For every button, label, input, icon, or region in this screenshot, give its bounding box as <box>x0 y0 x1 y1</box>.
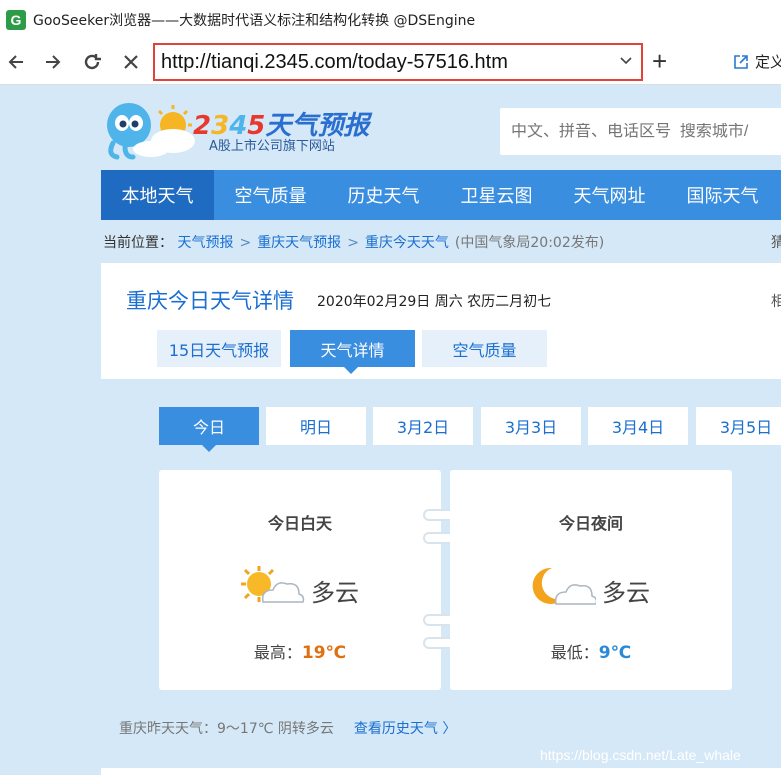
moon-cloud-icon <box>532 567 596 605</box>
breadcrumb-prefix: 当前位置： <box>103 235 173 251</box>
publish-note: (中国气象局20:02发布) <box>454 235 605 251</box>
breadcrumb-link-today[interactable]: 重庆今天天气 <box>365 235 449 251</box>
reload-icon <box>84 54 101 70</box>
new-tab-button[interactable]: + <box>652 48 667 74</box>
logo-subtitle: A股上市公司旗下网站 <box>209 139 335 154</box>
breadcrumb-right-text: 猜 <box>771 235 781 251</box>
low-temp-value: 9℃ <box>598 643 632 663</box>
reload-button[interactable] <box>80 50 104 74</box>
define-button-label: 定义 <box>755 53 781 71</box>
arrow-right-icon <box>46 55 61 69</box>
close-icon <box>124 55 138 69</box>
site-logo[interactable]: 2345天气预报 A股上市公司旗下网站 <box>101 97 391 163</box>
tab-weather-details[interactable]: 天气详情 <box>290 330 415 374</box>
breadcrumb-link-forecast[interactable]: 天气预报 <box>177 235 233 251</box>
next-section-card <box>101 768 781 775</box>
watermark-text: https://blog.csdn.net/Late_whale <box>540 747 741 763</box>
day-tab-mar4[interactable]: 3月4日 <box>588 407 688 445</box>
daytime-high-temp: 最高：19℃ <box>159 639 441 663</box>
url-bar[interactable] <box>153 43 643 81</box>
city-search[interactable] <box>500 108 781 155</box>
app-logo-icon: G <box>6 10 26 30</box>
nav-item-air-quality[interactable]: 空气质量 <box>214 170 327 220</box>
window-title: GooSeeker浏览器——大数据时代语义标注和结构化转换 @DSEngine <box>33 13 476 29</box>
mascot-logo-icon <box>107 103 195 160</box>
main-nav: 本地天气 空气质量 历史天气 卫星云图 天气网址 国际天气 <box>101 170 781 220</box>
nighttime-heading: 今日夜间 <box>558 514 623 533</box>
breadcrumb-link-chongqing[interactable]: 重庆天气预报 <box>257 235 341 251</box>
nav-item-satellite[interactable]: 卫星云图 <box>440 170 553 220</box>
day-tab-today[interactable]: 今日 <box>159 407 259 452</box>
daytime-weather-card: 今日白天 多云 最高：19℃ <box>159 470 441 690</box>
nav-item-weather-sites[interactable]: 天气网址 <box>553 170 666 220</box>
daytime-condition: 多云 <box>311 579 359 607</box>
day-tab-mar2[interactable]: 3月2日 <box>373 407 473 445</box>
browser-toolbar: + 定义 <box>0 40 781 85</box>
detail-date: 2020年02月29日 周六 农历二月初七 <box>317 294 552 310</box>
day-tab-tomorrow[interactable]: 明日 <box>266 407 366 445</box>
yesterday-weather-line: 重庆昨天天气：9～17℃ 阴转多云 查看历史天气 〉 <box>119 718 456 738</box>
chevron-down-icon[interactable] <box>619 53 633 67</box>
arrow-left-icon <box>8 55 23 69</box>
nighttime-weather-card: 今日夜间 多云 最低：9℃ <box>450 470 732 690</box>
high-temp-label: 最高： <box>253 643 302 662</box>
define-button[interactable]: 定义 <box>733 51 781 72</box>
page-title: 重庆今日天气详情 <box>126 289 294 313</box>
chevron-right-icon: > <box>347 235 359 251</box>
detail-right-text: 相 <box>771 294 781 310</box>
sun-cloud-icon <box>241 566 305 603</box>
nighttime-condition: 多云 <box>602 579 650 607</box>
yesterday-weather-text: 重庆昨天天气：9～17℃ 阴转多云 <box>119 721 334 737</box>
window-titlebar: G GooSeeker浏览器——大数据时代语义标注和结构化转换 @DSEngin… <box>0 0 781 40</box>
detail-card: 重庆今日天气详情 2020年02月29日 周六 农历二月初七 相 15日天气预报… <box>101 263 781 379</box>
city-search-input[interactable] <box>511 122 781 141</box>
external-link-icon <box>734 54 748 69</box>
day-tab-mar3[interactable]: 3月3日 <box>481 407 581 445</box>
history-weather-link[interactable]: 查看历史天气 〉 <box>354 721 456 737</box>
low-temp-label: 最低： <box>550 643 599 662</box>
tab-15day-forecast[interactable]: 15日天气预报 <box>157 330 281 367</box>
forward-button[interactable] <box>41 50 65 74</box>
stop-button[interactable] <box>119 50 143 74</box>
back-button[interactable] <box>4 50 28 74</box>
day-tab-mar5[interactable]: 3月5日 <box>696 407 781 445</box>
url-input[interactable] <box>161 50 611 74</box>
nav-item-international[interactable]: 国际天气 <box>666 170 779 220</box>
breadcrumb: 当前位置： 天气预报 > 重庆天气预报 > 重庆今天天气 (中国气象局20:02发布) <box>103 232 604 252</box>
high-temp-value: 19℃ <box>301 643 347 663</box>
daytime-heading: 今日白天 <box>267 514 332 533</box>
tab-air-quality[interactable]: 空气质量 <box>422 330 547 367</box>
chevron-right-icon: > <box>239 235 252 251</box>
nav-item-local-weather[interactable]: 本地天气 <box>101 170 214 220</box>
nighttime-low-temp: 最低：9℃ <box>450 639 732 663</box>
web-page: 2345天气预报 A股上市公司旗下网站 本地天气 空气质量 历史天气 卫星云图 … <box>0 85 781 775</box>
nav-item-history-weather[interactable]: 历史天气 <box>327 170 440 220</box>
